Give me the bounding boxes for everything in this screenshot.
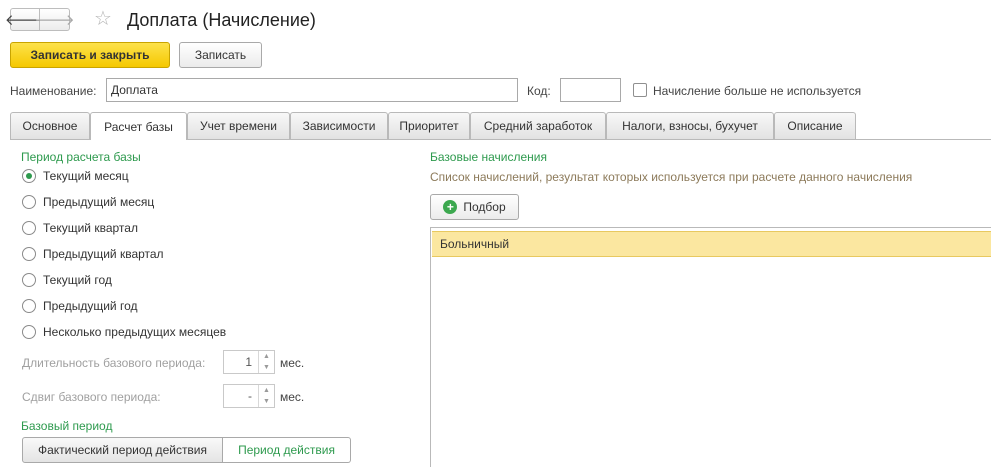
radio-previous-year[interactable]: Предыдущий год	[22, 298, 137, 314]
tab-average-earnings[interactable]: Средний заработок	[470, 112, 606, 139]
radio-label: Несколько предыдущих месяцев	[43, 325, 227, 339]
period-option[interactable]: Период действия	[223, 437, 351, 463]
actual-period-option[interactable]: Фактический период действия	[22, 437, 223, 463]
tab-base-calculation[interactable]: Расчет базы	[90, 112, 187, 140]
tab-dependencies[interactable]: Зависимости	[290, 112, 388, 139]
name-input[interactable]: Доплата	[106, 78, 518, 102]
radio-button[interactable]	[22, 247, 36, 261]
radio-button[interactable]	[22, 169, 36, 183]
radio-label: Предыдущий квартал	[43, 247, 164, 261]
duration-stepper[interactable]: 1 ▲ ▼	[223, 350, 275, 374]
base-accruals-title: Базовые начисления	[430, 150, 547, 164]
tab-main[interactable]: Основное	[10, 112, 90, 139]
code-label: Код:	[527, 84, 551, 98]
radio-button[interactable]	[22, 221, 36, 235]
unused-checkbox[interactable]	[633, 83, 647, 97]
page-title: Доплата (Начисление)	[127, 10, 316, 30]
plus-circle-icon: +	[443, 200, 458, 214]
tab-priority[interactable]: Приоритет	[388, 112, 470, 139]
stepper-arrows[interactable]: ▲ ▼	[258, 351, 274, 373]
chevron-up-icon[interactable]: ▲	[259, 351, 274, 362]
shift-stepper[interactable]: - ▲ ▼	[223, 384, 275, 408]
radio-label: Текущий квартал	[43, 221, 138, 235]
radio-previous-quarter[interactable]: Предыдущий квартал	[22, 246, 164, 262]
pick-label: Подбор	[463, 200, 506, 214]
chevron-down-icon[interactable]: ▼	[259, 396, 274, 407]
radio-label: Текущий месяц	[43, 169, 129, 183]
shift-label: Сдвиг базового периода:	[22, 390, 161, 404]
radio-label: Текущий год	[43, 273, 112, 287]
base-period-title: Базовый период	[21, 419, 113, 433]
shift-unit: мес.	[280, 390, 305, 404]
save-button[interactable]: Записать	[179, 42, 262, 68]
radio-label: Предыдущий месяц	[43, 195, 155, 209]
name-label: Наименование:	[10, 84, 97, 98]
code-input[interactable]	[560, 78, 621, 102]
list-item[interactable]: Больничный	[432, 231, 991, 257]
chevron-up-icon[interactable]: ▲	[259, 385, 274, 396]
chevron-down-icon[interactable]: ▼	[259, 362, 274, 373]
tab-description[interactable]: Описание	[774, 112, 856, 139]
unused-label: Начисление больше не используется	[653, 84, 862, 98]
radio-button[interactable]	[22, 299, 36, 313]
duration-label: Длительность базового периода:	[22, 356, 206, 370]
radio-current-quarter[interactable]: Текущий квартал	[22, 220, 138, 236]
favorite-star-icon[interactable]: ☆	[94, 7, 112, 31]
radio-several-months[interactable]: Несколько предыдущих месяцев	[22, 324, 226, 340]
radio-button[interactable]	[22, 325, 36, 339]
radio-current-month[interactable]: Текущий месяц	[22, 168, 129, 184]
duration-value: 1	[245, 355, 252, 369]
tab-time-accounting[interactable]: Учет времени	[187, 112, 290, 139]
base-accruals-list[interactable]: Больничный	[430, 227, 991, 467]
radio-previous-month[interactable]: Предыдущий месяц	[22, 194, 154, 210]
save-and-close-button[interactable]: Записать и закрыть	[10, 42, 170, 68]
radio-button[interactable]	[22, 273, 36, 287]
base-accruals-description: Список начислений, результат которых исп…	[430, 170, 913, 184]
tab-taxes[interactable]: Налоги, взносы, бухучет	[606, 112, 774, 139]
base-period-toggle: Фактический период действия Период дейст…	[22, 437, 351, 463]
radio-button[interactable]	[22, 195, 36, 209]
duration-unit: мес.	[280, 356, 305, 370]
shift-value: -	[248, 389, 252, 403]
radio-current-year[interactable]: Текущий год	[22, 272, 112, 288]
stepper-arrows[interactable]: ▲ ▼	[258, 385, 274, 407]
forward-button[interactable]: 🡒	[34, 8, 75, 31]
pick-button[interactable]: + Подбор	[430, 194, 519, 220]
period-group-title: Период расчета базы	[21, 150, 141, 164]
radio-label: Предыдущий год	[43, 299, 138, 313]
arrow-right-icon: 🡒	[34, 12, 75, 29]
